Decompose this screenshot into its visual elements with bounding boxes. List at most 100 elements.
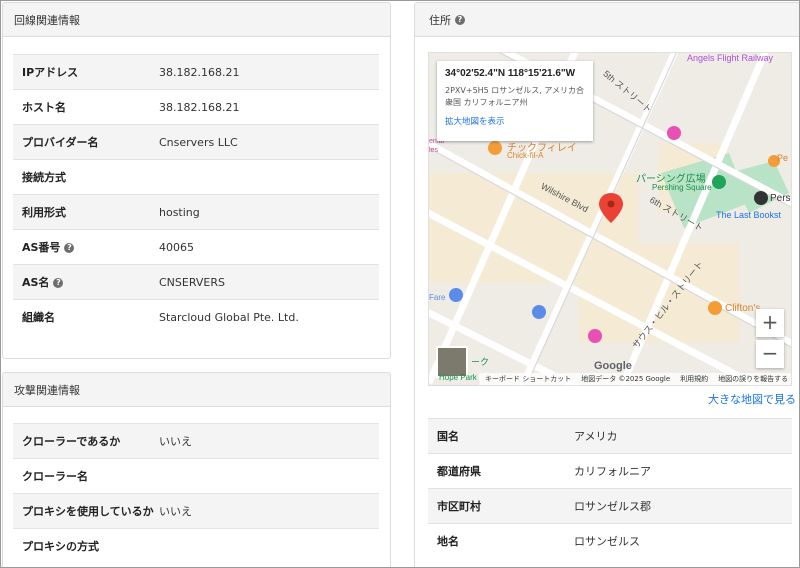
row-value: アメリカ — [574, 418, 792, 454]
bigger-map-link[interactable]: 大きな地図で見る — [708, 391, 796, 407]
map-label-angels-flight: Angels Flight Railway — [687, 53, 774, 63]
enlarge-map-link[interactable]: 拡大地図を表示 — [445, 115, 585, 127]
map-label-les: les — [429, 147, 438, 154]
table-row: プロキシの方式 — [13, 528, 379, 564]
row-label-text: 接続方式 — [22, 171, 66, 184]
map-marker — [667, 126, 681, 140]
report-error-link[interactable]: 地図の誤りを報告する — [718, 374, 788, 384]
table-row: AS名? CNSERVERS — [13, 264, 379, 300]
row-label-text: プロバイダー名 — [22, 136, 99, 149]
terms-link[interactable]: 利用規約 — [680, 374, 708, 384]
row-label-text: IPアドレス — [22, 66, 79, 79]
page-frame: 回線関連情報 IPアドレス 38.182.168.21 ホスト名 38.182.168… — [0, 0, 800, 568]
table-row: ホスト名 38.182.168.21 — [13, 89, 379, 125]
table-row: 国名 アメリカ — [428, 418, 792, 454]
row-label: 利用形式 — [13, 194, 159, 230]
row-label: 都道府県 — [428, 453, 574, 489]
row-value: 38.182.168.21 — [159, 54, 379, 90]
row-label-text: AS名 — [22, 276, 50, 289]
row-label: 市区町村 — [428, 488, 574, 524]
table-row: 地名 ロサンゼルス — [428, 523, 792, 559]
row-label: プロキシを使用しているか — [13, 493, 159, 529]
help-icon[interactable]: ? — [455, 14, 465, 25]
row-label: IPアドレス — [13, 54, 159, 90]
map-label-last-bookstore: The Last Bookst — [716, 210, 782, 220]
row-value: 38.182.168.21 — [159, 89, 379, 125]
line-info-card: 回線関連情報 IPアドレス 38.182.168.21 ホスト名 38.182.168… — [2, 2, 391, 359]
row-label: AS名? — [13, 264, 159, 300]
map-label-hope-park-jp: ーク — [471, 357, 490, 367]
keyboard-shortcuts-link[interactable]: キーボード ショートカット — [485, 374, 571, 384]
address-title: 住所 — [429, 13, 451, 27]
row-label: クローラーであるか — [13, 423, 159, 459]
row-label-text: 国名 — [437, 430, 459, 443]
map-label-cliftons: Clifton's — [725, 303, 761, 314]
map-label-pe: Pe — [777, 153, 789, 163]
row-label-text: クローラーであるか — [22, 435, 121, 448]
attack-info-title: 攻撃関連情報 — [14, 383, 80, 397]
map-label-fare: Fare — [429, 293, 446, 302]
row-label-text: クローラー名 — [22, 470, 88, 483]
row-value: Cnservers LLC — [159, 124, 379, 160]
line-info-header: 回線関連情報 — [3, 3, 390, 37]
row-value: いいえ — [159, 423, 379, 459]
table-row: 市区町村 ロサンゼルス郡 — [428, 488, 792, 524]
map-coordinates: 34°02'52.4"N 118°15'21.6"W — [445, 68, 576, 79]
map-marker — [532, 305, 546, 319]
map-label-chick-fil-a: Chick-fil-A — [507, 151, 544, 160]
row-value — [159, 458, 379, 494]
map-marker — [588, 329, 602, 343]
attack-info-card: 攻撃関連情報 クローラーであるか いいえ クローラー名 プロキシを使用しているか いいえ… — [2, 372, 391, 567]
row-value: 40065 — [159, 229, 379, 265]
table-row: プロキシを使用しているか いいえ — [13, 493, 379, 529]
help-icon[interactable]: ? — [53, 278, 64, 288]
map-address-line: 2PXV+5H5 ロサンゼルス, アメリカ合衆国 カリフォルニア州 — [445, 86, 584, 107]
zoom-out-button[interactable]: − — [756, 340, 784, 368]
row-value: Starcloud Global Pte. Ltd. — [159, 299, 379, 335]
help-icon[interactable]: ? — [64, 243, 75, 253]
map-marker — [712, 175, 726, 189]
row-label: 国名 — [428, 418, 574, 454]
table-row: 利用形式 hosting — [13, 194, 379, 230]
table-row: クローラー名 — [13, 458, 379, 494]
table-row: AS番号? 40065 — [13, 229, 379, 265]
row-label: ホスト名 — [13, 89, 159, 125]
row-label-text: 組織名 — [22, 311, 55, 325]
table-row: IPアドレス 38.182.168.21 — [13, 54, 379, 90]
row-label-text: AS番号 — [22, 241, 61, 254]
row-label-text: プロキシを使用しているか — [22, 505, 154, 518]
table-row: 都道府県 カリフォルニア — [428, 453, 792, 489]
row-label-text: 市区町村 — [437, 500, 481, 513]
row-label-text: 利用形式 — [22, 206, 66, 219]
row-label-text: 地名 — [437, 535, 459, 549]
map-marker — [708, 301, 722, 315]
row-label: プロキシの方式 — [13, 528, 159, 564]
row-value: hosting — [159, 194, 379, 230]
row-value — [159, 159, 379, 195]
row-label: 接続方式 — [13, 159, 159, 195]
row-label-text: プロキシの方式 — [22, 540, 99, 554]
row-label-text: ホスト名 — [22, 101, 66, 114]
map-label-pershing-station: Pershi — [770, 193, 791, 204]
google-logo: Google — [594, 360, 632, 372]
map-label-pershing: Pershing Square — [652, 183, 712, 192]
row-label: AS番号? — [13, 229, 159, 265]
map-label-hope-park: Hope Park — [439, 373, 477, 382]
row-label: 組織名 — [13, 299, 159, 335]
row-value: ロサンゼルス郡 — [574, 488, 792, 524]
row-value: いいえ — [159, 493, 379, 529]
table-row: プロバイダー名 Cnservers LLC — [13, 124, 379, 160]
row-label-text: 都道府県 — [437, 465, 481, 478]
map-marker — [449, 288, 463, 302]
zoom-in-button[interactable]: + — [756, 309, 784, 337]
address-header: 住所 ? — [415, 3, 799, 37]
row-value: CNSERVERS — [159, 264, 379, 300]
row-label: 地名 — [428, 523, 574, 559]
line-info-title: 回線関連情報 — [14, 13, 80, 27]
table-row: 接続方式 — [13, 159, 379, 195]
map-marker — [488, 141, 502, 155]
map-view[interactable]: Angels Flight Railway 5th ストリート チックフィレイ … — [428, 52, 792, 386]
line-info-table: IPアドレス 38.182.168.21 ホスト名 38.182.168.21 プロバイ… — [13, 54, 379, 335]
map-marker — [754, 191, 768, 205]
attack-info-table: クローラーであるか いいえ クローラー名 プロキシを使用しているか いいえ プロキシの方式 — [13, 423, 379, 564]
